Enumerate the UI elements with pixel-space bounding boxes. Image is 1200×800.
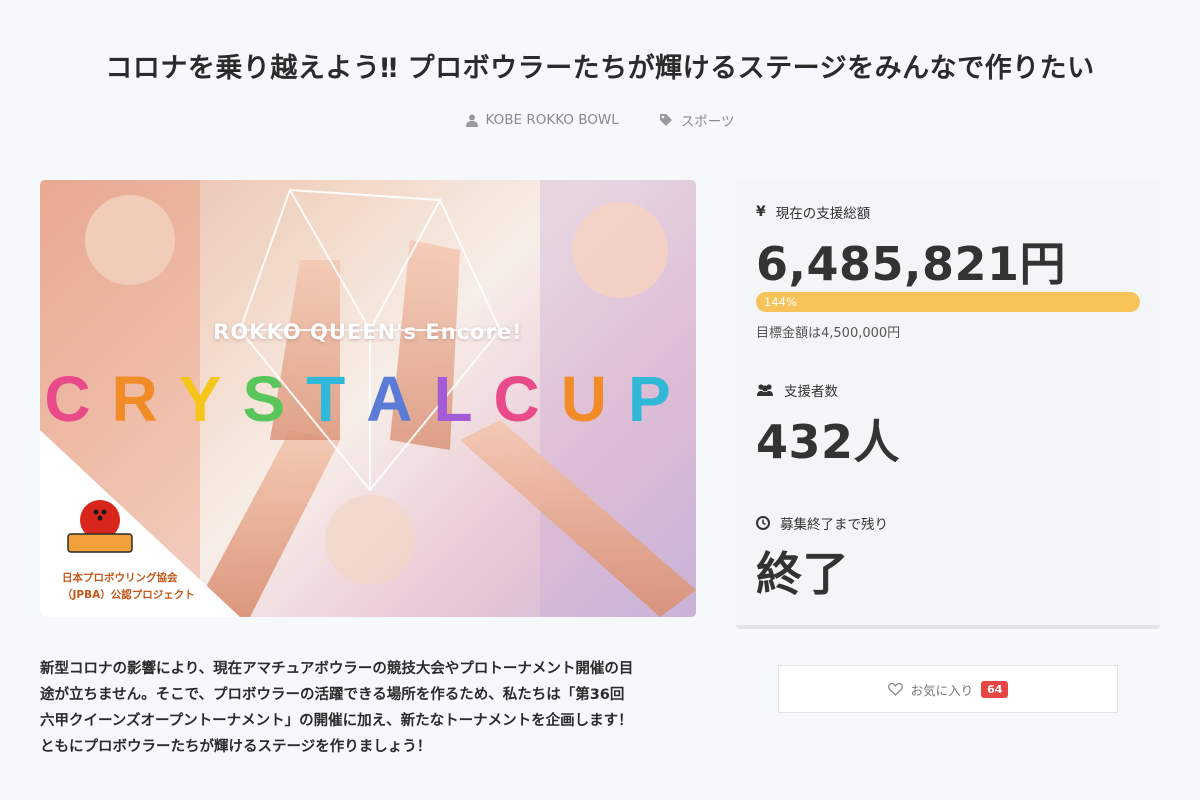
hero-cup-letter: C xyxy=(493,363,561,435)
hero-cup-letter: U xyxy=(560,363,628,435)
category-link[interactable]: スポーツ xyxy=(659,110,735,130)
page-title: コロナを乗り越えよう‼ プロボウラーたちが輝けるステージをみんなで作りたい xyxy=(105,53,1095,84)
clock-icon xyxy=(756,516,770,530)
total-amount-label: ¥ 現在の支援総額 xyxy=(756,204,871,222)
funding-stats-panel: ¥ 現在の支援総額 6,485,821円 144% 目標金額は4,500,000… xyxy=(736,180,1160,629)
remaining-time-label: 募集終了まで残り xyxy=(756,513,888,533)
hero-cup-letter: Y xyxy=(178,363,243,435)
hero-subtitle: ROKKO QUEEN's Encore! xyxy=(213,320,523,344)
user-icon xyxy=(465,114,478,127)
description-line: 新型コロナの影響により、現在アマチュアボウラーの競技大会やプロトーナメント開催の… xyxy=(40,661,634,677)
hero-cup-title: CRYSTALCUP xyxy=(40,362,696,436)
author-link[interactable]: KOBE ROKKO BOWL xyxy=(465,110,619,130)
users-icon xyxy=(757,384,773,396)
hero-cup-letter: C xyxy=(44,363,112,435)
hero-image: ROKKO QUEEN's Encore! CRYSTALCUP 日本プロボウリ… xyxy=(40,180,696,617)
remaining-time-value: 終了 xyxy=(756,547,849,601)
author-name: KOBE ROKKO BOWL xyxy=(485,112,619,128)
hero-cup-letter: S xyxy=(242,363,307,435)
jpba-org-line2: （JPBA）公認プロジェクト xyxy=(62,589,195,601)
description-line: 途が立ちません。そこで、プロボウラーの活躍できる場所を作るため、私たちは「第36… xyxy=(40,687,625,703)
funding-progress-fill: 144% xyxy=(756,292,1140,312)
heart-icon xyxy=(887,682,903,696)
favorite-button[interactable]: お気に入り 64 xyxy=(778,665,1118,713)
supporters-value: 432人 xyxy=(756,415,901,469)
yen-icon: ¥ xyxy=(756,204,766,220)
hero-cup-letter: T xyxy=(306,363,367,435)
hero-cup-letter: A xyxy=(366,363,434,435)
total-amount-value: 6,485,821円 xyxy=(756,237,1066,291)
project-description: 新型コロナの影響により、現在アマチュアボウラーの競技大会やプロトーナメント開催の… xyxy=(40,656,700,760)
favorite-count-badge: 64 xyxy=(981,680,1009,698)
hero-cup-letter: L xyxy=(433,363,494,435)
jpba-logo-icon xyxy=(67,500,133,553)
hero-cup-letter: P xyxy=(627,363,692,435)
favorite-label: お気に入り xyxy=(910,682,974,698)
jpba-org-line1: 日本プロボウリング協会 xyxy=(62,572,178,584)
project-meta: KOBE ROKKO BOWL スポーツ xyxy=(0,110,1200,130)
tag-icon xyxy=(659,114,672,126)
funding-progress-bar: 144% xyxy=(756,292,1140,312)
hero-cup-letter: R xyxy=(111,363,179,435)
category-name: スポーツ xyxy=(680,114,735,130)
supporters-label: 支援者数 xyxy=(756,380,838,400)
goal-amount-text: 目標金額は4,500,000円 xyxy=(756,326,901,341)
jpba-org-text: 日本プロボウリング協会 （JPBA）公認プロジェクト xyxy=(62,570,212,604)
description-line: 六甲クイーンズオープントーナメント」の開催に加え、新たなトーナメントを企画します… xyxy=(40,713,633,729)
description-line: ともにプロボウラーたちが輝けるステージを作りましょう！ xyxy=(40,739,432,755)
